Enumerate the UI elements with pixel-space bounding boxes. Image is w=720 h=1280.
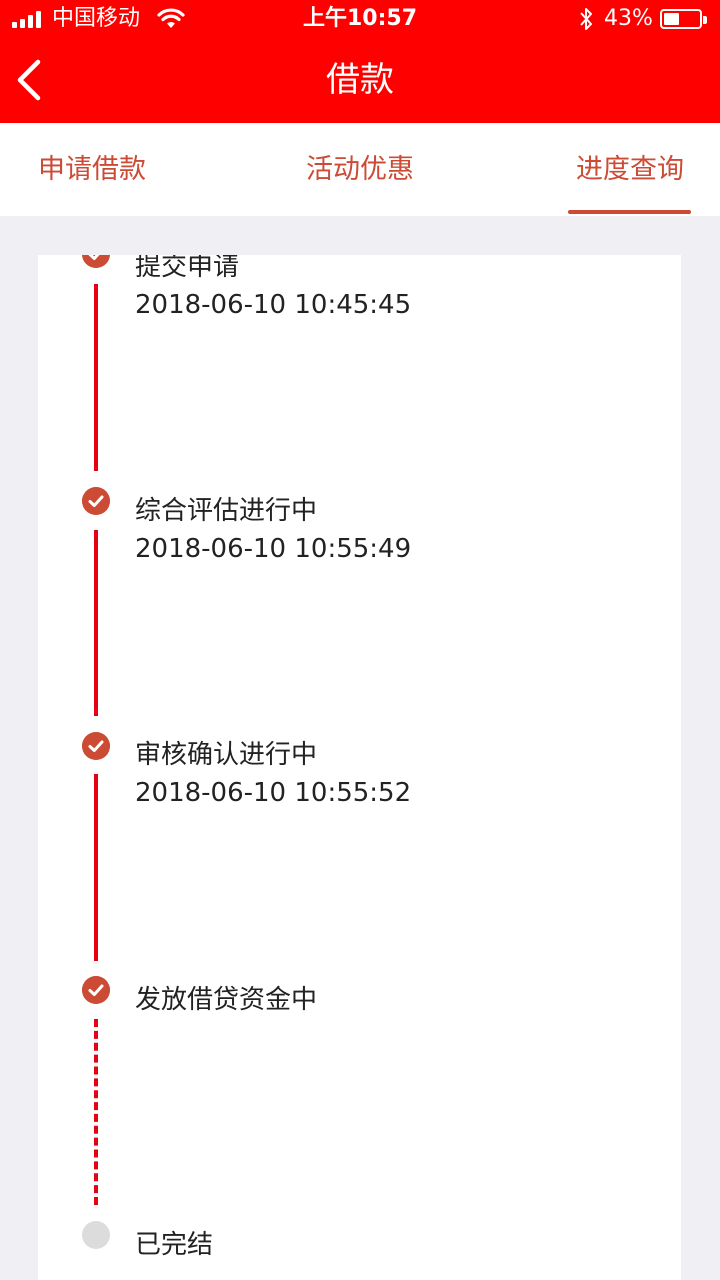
check-circle-icon [82,732,110,760]
status-bar: 中国移动 上午10:57 43% [0,0,720,40]
tab-apply-loan[interactable]: 申请借款 [38,151,146,189]
app-header: 中国移动 上午10:57 43% 借款 [0,0,720,123]
step-title: 已完结 [135,1230,214,1260]
bluetooth-icon [580,8,592,30]
active-tab-indicator [568,210,691,214]
battery-icon [660,9,707,29]
progress-timeline: 提交申请 2018-06-10 10:45:45 综合评估进行中 2018-06… [38,255,681,1280]
step-time: 2018-06-10 10:55:52 [135,778,412,808]
step-time: 2018-06-10 10:55:49 [135,534,412,564]
step-title: 综合评估进行中 [135,496,318,526]
timeline-connector-dashed [94,1019,98,1205]
timeline-connector [94,530,98,716]
timeline-connector [94,284,98,471]
tab-promotions[interactable]: 活动优惠 [306,151,414,189]
check-circle-icon [82,255,110,268]
tab-progress[interactable]: 进度查询 [576,151,684,189]
step-time: 2018-06-10 10:45:45 [135,290,412,320]
page-title: 借款 [326,60,394,100]
step-title: 提交申请 [135,255,240,282]
pending-circle-icon [82,1221,110,1249]
check-circle-icon [82,976,110,1004]
battery-percent: 43% [604,6,653,31]
tab-bar: 申请借款 活动优惠 进度查询 [0,123,720,216]
timeline-connector [94,774,98,961]
step-title: 审核确认进行中 [135,740,318,770]
step-title: 发放借贷资金中 [135,985,318,1015]
check-circle-icon [82,487,110,515]
